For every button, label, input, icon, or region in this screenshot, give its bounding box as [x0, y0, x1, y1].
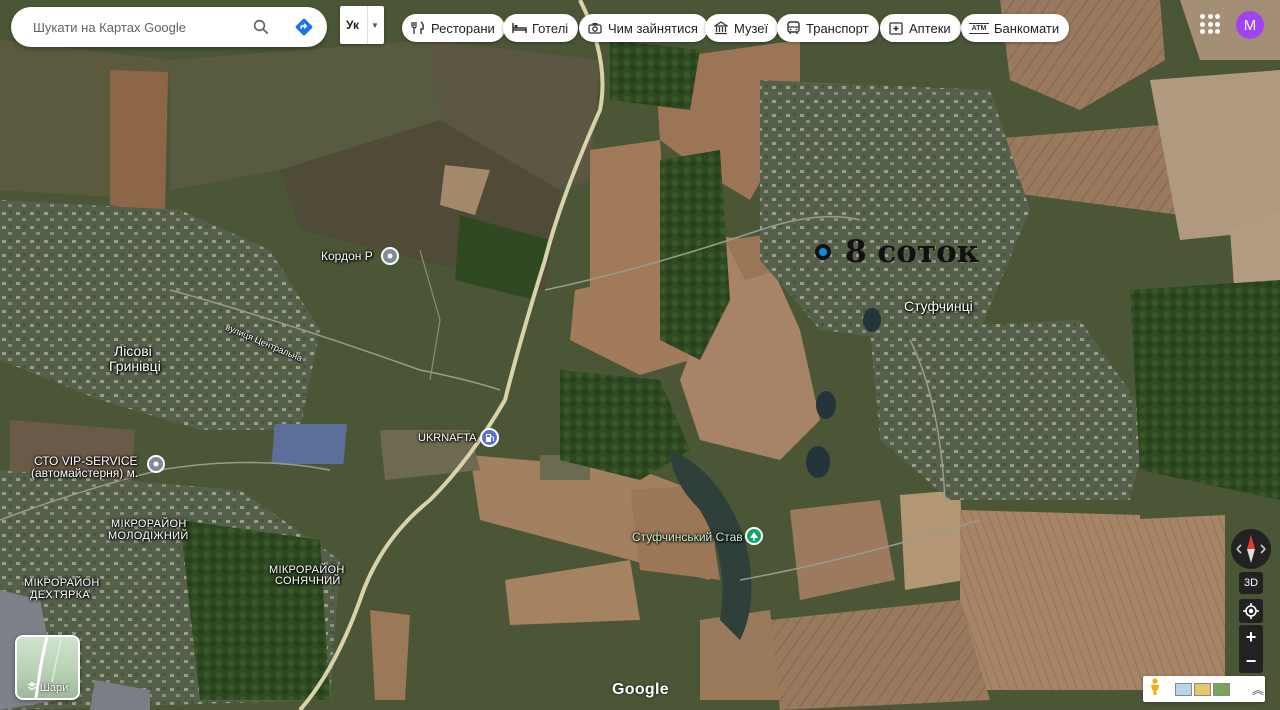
chip-atms[interactable]: ATM Банкомати: [961, 14, 1070, 42]
chip-label: Транспорт: [806, 20, 869, 36]
chip-museums[interactable]: Музеї: [705, 14, 779, 42]
label-ukrnafta[interactable]: UKRNAFTA: [418, 432, 476, 444]
chip-label: Готелі: [532, 20, 569, 36]
poi-pin-icon[interactable]: [381, 247, 399, 265]
input-tools-button[interactable]: Ук ▼: [340, 6, 384, 44]
input-tools-divider: [367, 6, 368, 44]
annotation-text: 8 соток: [845, 234, 980, 270]
poi-pin-icon[interactable]: [147, 455, 165, 473]
chip-things-to-do[interactable]: Чим зайнятися: [579, 14, 708, 42]
chip-label: Музеї: [734, 20, 769, 36]
chip-hotels[interactable]: Готелі: [503, 14, 579, 42]
plot-annotation: 8 соток: [815, 234, 979, 270]
bus-icon: [785, 20, 801, 36]
label-dekht-line2[interactable]: ДЕХТЯРКА: [30, 589, 90, 601]
label-dekht-line1[interactable]: МІКРОРАЙОН: [24, 577, 100, 589]
apps-grid-icon[interactable]: [1200, 14, 1220, 34]
pegman-icon[interactable]: [1149, 677, 1161, 701]
bottom-toolbar: ︽: [1143, 676, 1265, 702]
thumbnail-icon: [1213, 682, 1230, 696]
chip-restaurants[interactable]: Ресторани: [402, 14, 505, 42]
chip-label: Ресторани: [431, 20, 495, 36]
label-molod-line1[interactable]: МІКРОРАЙОН: [111, 518, 187, 530]
zoom-out-button[interactable]: −: [1239, 649, 1263, 673]
directions-icon[interactable]: [292, 15, 316, 39]
compass-button[interactable]: [1231, 529, 1271, 569]
label-sto-line2[interactable]: (автомайстерня) м.: [31, 466, 138, 480]
pharmacy-icon: [888, 20, 904, 36]
bed-icon: [511, 20, 527, 36]
chip-pharmacies[interactable]: Аптеки: [880, 14, 961, 42]
layers-button[interactable]: Шари: [15, 635, 80, 700]
label-styufchyntsi[interactable]: Стуфчинці: [904, 298, 973, 314]
plus-icon: +: [1245, 626, 1257, 647]
camera-icon: [587, 20, 603, 36]
chip-transit[interactable]: Транспорт: [777, 14, 879, 42]
location-dot-icon: [815, 244, 831, 260]
layers-icon: [27, 681, 37, 694]
museum-icon: [713, 20, 729, 36]
thumbnail-icon: [1175, 682, 1192, 696]
compass-icon: [1236, 535, 1266, 563]
chevron-up-icon[interactable]: ︽: [1252, 681, 1264, 698]
zoom-in-button[interactable]: +: [1239, 625, 1263, 649]
chevron-down-icon[interactable]: ▼: [371, 21, 379, 30]
label-sonyach-line2[interactable]: СОНЯЧНИЙ: [275, 575, 341, 587]
chip-label: Банкомати: [994, 20, 1060, 36]
thumbnail-icon: [1194, 682, 1211, 696]
park-pin-icon[interactable]: [745, 527, 763, 545]
my-location-button[interactable]: [1239, 599, 1263, 623]
atm-icon: ATM: [969, 22, 989, 34]
label-lisovi-line1[interactable]: Лісові: [114, 343, 152, 359]
imagery-thumbnails[interactable]: [1175, 682, 1230, 696]
crosshair-icon: [1243, 603, 1259, 619]
search-input[interactable]: [31, 18, 245, 36]
minus-icon: −: [1245, 650, 1257, 671]
search-box: [11, 7, 327, 47]
fork-knife-icon: [410, 20, 426, 36]
label-molod-line2[interactable]: МОЛОДІЖНИЙ: [108, 530, 189, 542]
label-stav[interactable]: Стуфчинський Став: [632, 530, 743, 544]
gas-station-icon[interactable]: [480, 428, 499, 447]
label-kordon[interactable]: Кордон Р: [321, 249, 373, 263]
three-d-label: 3D: [1243, 577, 1259, 589]
layers-label: Шари: [39, 681, 69, 694]
input-tools-label: Ук: [346, 18, 360, 32]
chip-label: Чим зайнятися: [608, 20, 698, 36]
label-lisovi-line2[interactable]: Гринівці: [109, 358, 161, 374]
avatar-initial: M: [1243, 16, 1257, 34]
chip-label: Аптеки: [909, 20, 951, 36]
three-d-button[interactable]: 3D: [1239, 572, 1263, 594]
search-icon[interactable]: [249, 15, 273, 39]
google-logo: Google: [612, 681, 669, 698]
satellite-map[interactable]: [0, 0, 1280, 710]
account-avatar[interactable]: M: [1236, 11, 1264, 39]
